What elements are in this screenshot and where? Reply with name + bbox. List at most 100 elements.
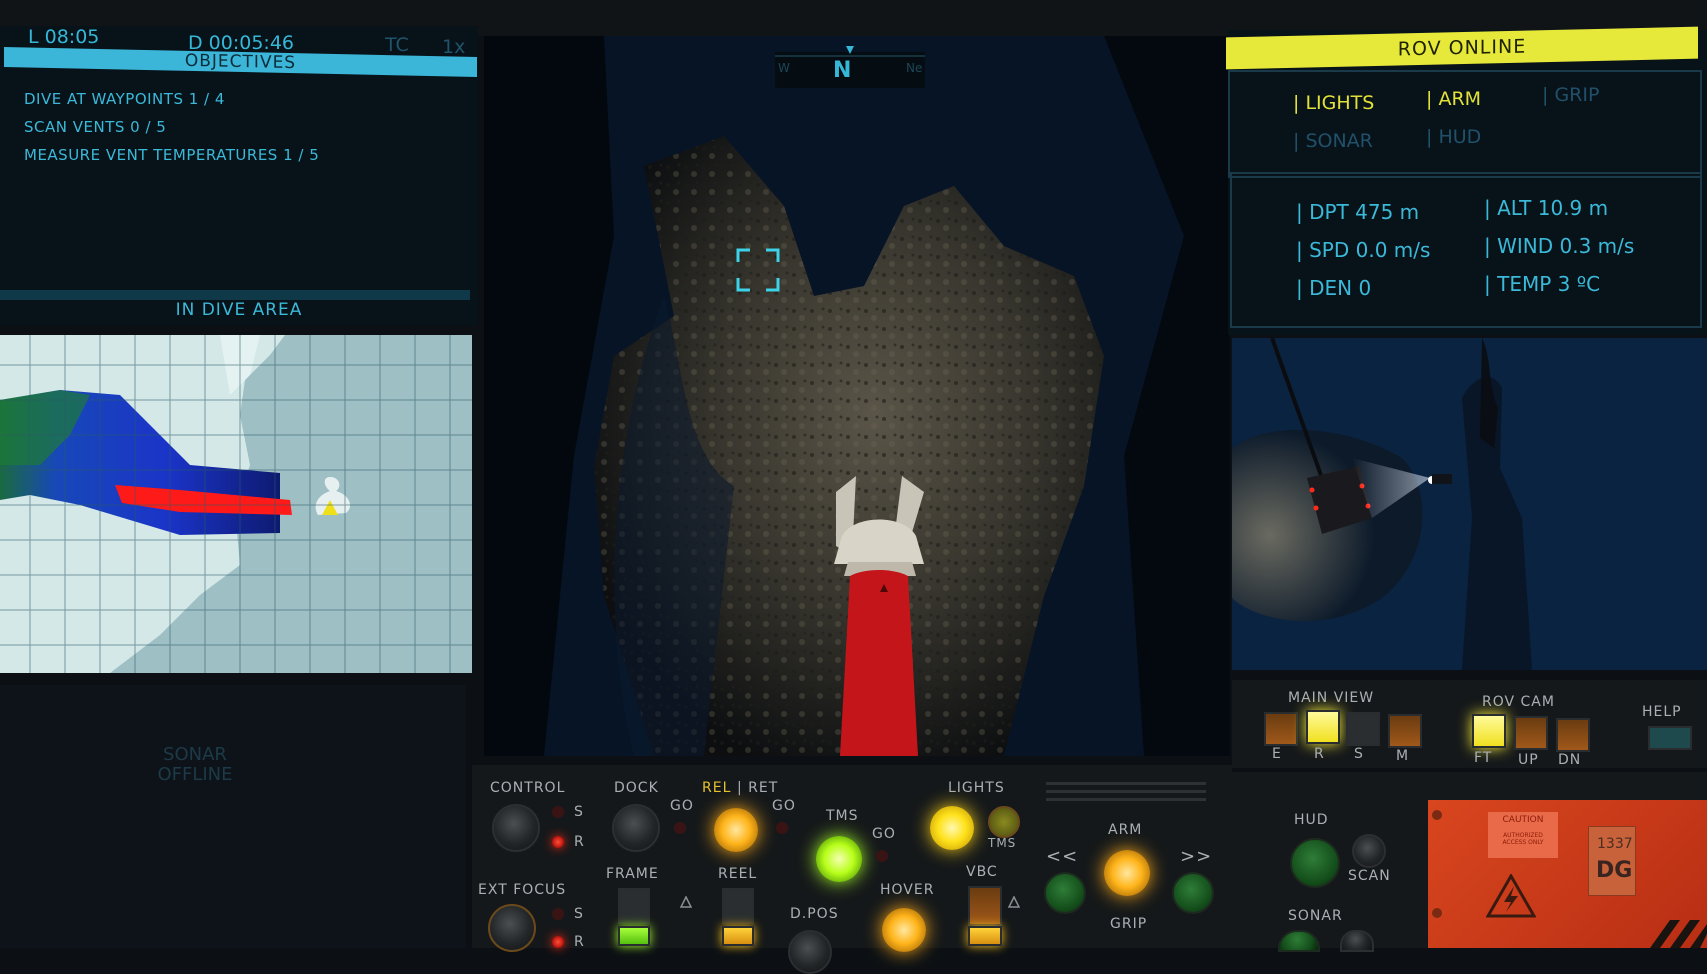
hazard-stripes-icon bbox=[1650, 920, 1707, 948]
tab-arm[interactable]: | ARM bbox=[1426, 88, 1481, 110]
control-s-label: S bbox=[574, 804, 584, 820]
control-r-led bbox=[552, 836, 564, 848]
telemetry-speed: | SPD 0.0 m/s bbox=[1296, 238, 1431, 262]
rov-cam-ft-label: FT bbox=[1474, 750, 1493, 766]
ext-focus-s-led bbox=[552, 908, 564, 920]
tms-go-label: GO bbox=[872, 826, 896, 842]
dock-go-led bbox=[674, 822, 686, 834]
hud-button[interactable] bbox=[1290, 838, 1340, 888]
dock-label: DOCK bbox=[614, 780, 659, 796]
arm-left-button[interactable] bbox=[1044, 872, 1086, 914]
rel-go-label: GO bbox=[772, 798, 796, 814]
vbc-up-arrow-icon bbox=[1008, 896, 1020, 908]
rov-cam-dn-label: DN bbox=[1558, 752, 1582, 768]
telemetry-density: | DEN 0 bbox=[1296, 276, 1372, 300]
reel-switch[interactable] bbox=[722, 888, 754, 924]
sonar-control-label: SONAR bbox=[1288, 908, 1343, 924]
dock-knob[interactable] bbox=[612, 804, 660, 852]
grip-label: GRIP bbox=[1110, 916, 1148, 932]
tab-sonar[interactable]: | SONAR bbox=[1293, 130, 1373, 152]
id-plate-code: DG bbox=[1596, 858, 1633, 883]
tms-button[interactable] bbox=[816, 836, 862, 882]
control-s-led bbox=[552, 806, 564, 818]
control-label: CONTROL bbox=[490, 780, 566, 796]
lights-label: LIGHTS bbox=[948, 780, 1005, 796]
main-view-e-button[interactable] bbox=[1264, 712, 1298, 746]
dive-map[interactable] bbox=[0, 335, 472, 673]
tms-go-led bbox=[876, 850, 888, 862]
sonar-panel bbox=[0, 685, 466, 948]
main-camera-view[interactable] bbox=[484, 36, 1230, 756]
rov-cam-dn-button[interactable] bbox=[1556, 718, 1590, 752]
telemetry-altitude: | ALT 10.9 m bbox=[1484, 196, 1609, 220]
main-view-s-button[interactable] bbox=[1346, 712, 1380, 746]
vbc-indicator bbox=[968, 926, 1002, 946]
main-view-r-label: R bbox=[1314, 746, 1325, 762]
dock-go-label: GO bbox=[670, 798, 694, 814]
telemetry-wind: | WIND 0.3 m/s bbox=[1484, 234, 1635, 258]
main-view-r-button[interactable] bbox=[1306, 710, 1340, 744]
help-button[interactable] bbox=[1648, 726, 1692, 750]
ext-focus-r-led bbox=[552, 936, 564, 948]
objective-vent-temperatures: MEASURE VENT TEMPERATURES 1 / 5 bbox=[24, 146, 320, 164]
sonar-status: SONAR OFFLINE bbox=[150, 745, 240, 785]
local-time: L 08:05 bbox=[28, 26, 100, 48]
rov-tab-box bbox=[1228, 70, 1702, 178]
vent-grille-icon bbox=[1046, 782, 1206, 801]
dpos-knob[interactable] bbox=[788, 930, 832, 974]
map-graphic bbox=[0, 335, 472, 673]
frame-switch[interactable] bbox=[618, 888, 650, 924]
tab-grip[interactable]: | GRIP bbox=[1542, 84, 1599, 106]
sonar-control-knob[interactable] bbox=[1340, 930, 1374, 952]
frame-indicator bbox=[618, 926, 650, 946]
objective-scan-vents: SCAN VENTS 0 / 5 bbox=[24, 118, 167, 136]
screw-icon bbox=[1432, 908, 1442, 918]
compass-northeast-mark: Ne bbox=[906, 61, 923, 75]
hover-label: HOVER bbox=[880, 882, 935, 898]
dive-area-divider bbox=[0, 290, 470, 300]
rov-cam-up-button[interactable] bbox=[1514, 716, 1548, 750]
frame-label: FRAME bbox=[606, 866, 659, 882]
arm-button[interactable] bbox=[1104, 850, 1150, 896]
arm-left-label: << bbox=[1046, 846, 1079, 867]
scan-knob[interactable] bbox=[1352, 834, 1386, 868]
scan-label: SCAN bbox=[1348, 868, 1391, 884]
sonar-status-line2: OFFLINE bbox=[157, 764, 233, 785]
vbc-switch[interactable] bbox=[968, 886, 1002, 926]
arm-label: ARM bbox=[1108, 822, 1143, 838]
reel-label: REEL bbox=[718, 866, 758, 882]
main-view-m-label: M bbox=[1396, 748, 1410, 764]
dive-area-status: IN DIVE AREA bbox=[175, 300, 303, 320]
main-view-label: MAIN VIEW bbox=[1288, 690, 1375, 706]
telemetry-depth: | DPT 475 m bbox=[1296, 200, 1420, 224]
vbc-label: VBC bbox=[966, 864, 998, 880]
arm-right-label: >> bbox=[1180, 846, 1213, 867]
frame-up-arrow-icon bbox=[680, 896, 692, 908]
ext-focus-s-label: S bbox=[574, 906, 584, 922]
high-voltage-icon bbox=[1486, 874, 1536, 918]
main-view-m-button[interactable] bbox=[1388, 714, 1422, 748]
tab-hud[interactable]: | HUD bbox=[1426, 126, 1481, 148]
caution-title: CAUTION bbox=[1502, 815, 1544, 825]
tab-lights[interactable]: | LIGHTS bbox=[1293, 92, 1374, 114]
objective-waypoints: DIVE AT WAYPOINTS 1 / 4 bbox=[24, 90, 225, 108]
control-knob[interactable] bbox=[492, 804, 540, 852]
time-header: L 08:05 D 00:05:46 TC 1x bbox=[0, 26, 478, 58]
rov-camera-view[interactable] bbox=[1232, 338, 1707, 670]
hover-button[interactable] bbox=[882, 908, 926, 952]
compass-heading: N bbox=[833, 58, 852, 83]
reel-indicator bbox=[722, 926, 754, 946]
lights-button[interactable] bbox=[930, 806, 974, 850]
release-button[interactable] bbox=[714, 808, 758, 852]
lights-tms-knob[interactable] bbox=[988, 806, 1020, 838]
ext-focus-knob[interactable] bbox=[488, 904, 536, 952]
rov-camera-scene bbox=[1232, 338, 1707, 670]
main-view-e-label: E bbox=[1272, 746, 1282, 762]
compass-west-mark: W bbox=[778, 61, 790, 75]
rel-label: REL bbox=[702, 780, 732, 796]
rov-cam-ft-button[interactable] bbox=[1472, 714, 1506, 748]
hud-label: HUD bbox=[1294, 812, 1329, 828]
time-compression-label: TC bbox=[385, 34, 409, 56]
rov-cam-up-label: UP bbox=[1518, 752, 1539, 768]
arm-right-button[interactable] bbox=[1172, 872, 1214, 914]
